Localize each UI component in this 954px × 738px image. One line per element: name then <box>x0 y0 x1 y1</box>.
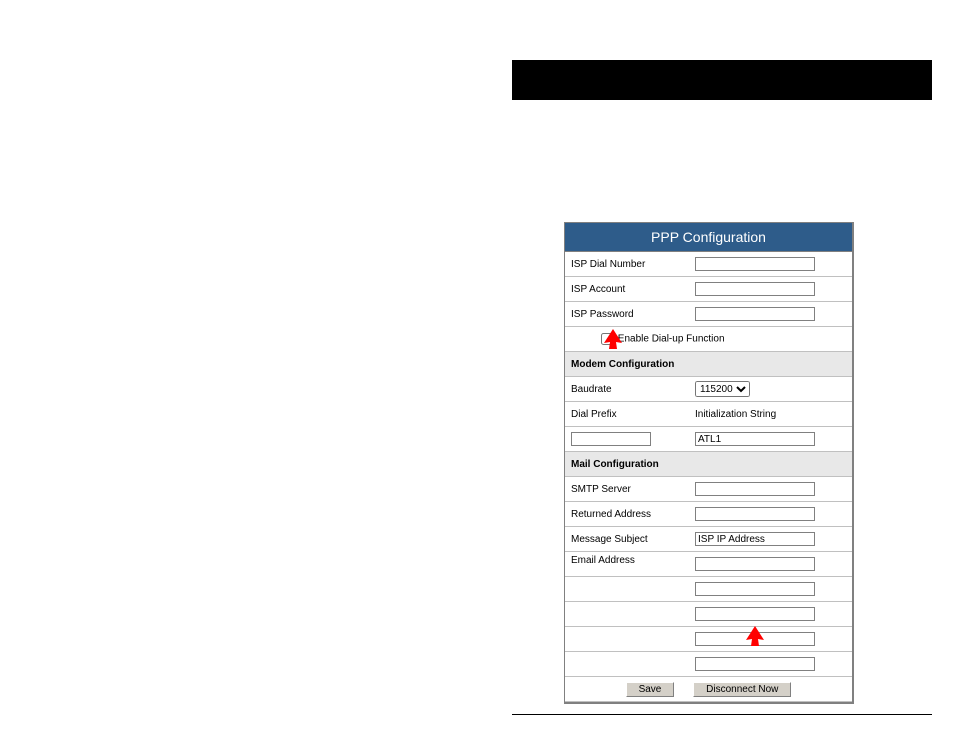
enable-dialup-label: Enable Dial-up Function <box>618 334 725 345</box>
baudrate-label: Baudrate <box>565 377 689 402</box>
isp-account-label: ISP Account <box>565 277 689 302</box>
isp-account-input[interactable] <box>695 282 815 296</box>
isp-password-label: ISP Password <box>565 302 689 327</box>
isp-dial-number-input[interactable] <box>695 257 815 271</box>
isp-dial-number-label: ISP Dial Number <box>565 252 689 277</box>
smtp-input[interactable] <box>695 482 815 496</box>
chapter-title-bar <box>512 60 932 100</box>
enable-dialup-checkbox[interactable] <box>601 333 613 345</box>
message-subject-label: Message Subject <box>565 527 689 552</box>
email-input-1[interactable] <box>695 557 815 571</box>
email-label: Email Address <box>565 552 689 577</box>
baudrate-select[interactable]: 115200 <box>695 381 750 397</box>
returned-address-label: Returned Address <box>565 502 689 527</box>
isp-password-input[interactable] <box>695 307 815 321</box>
email-input-3[interactable] <box>695 607 815 621</box>
disconnect-button[interactable]: Disconnect Now <box>693 682 791 697</box>
message-subject-input[interactable] <box>695 532 815 546</box>
footer-rule <box>512 714 932 715</box>
save-button[interactable]: Save <box>626 682 675 697</box>
init-string-label: Initialization String <box>689 402 852 427</box>
email-input-5[interactable] <box>695 657 815 671</box>
modem-config-header: Modem Configuration <box>565 352 852 377</box>
panel-title: PPP Configuration <box>565 223 852 252</box>
email-input-4[interactable] <box>695 632 815 646</box>
init-string-input[interactable] <box>695 432 815 446</box>
dial-prefix-input[interactable] <box>571 432 651 446</box>
dial-prefix-label: Dial Prefix <box>565 402 689 427</box>
mail-config-header: Mail Configuration <box>565 452 852 477</box>
email-input-2[interactable] <box>695 582 815 596</box>
smtp-label: SMTP Server <box>565 477 689 502</box>
ppp-config-table: ISP Dial Number ISP Account ISP Password… <box>565 252 852 702</box>
returned-address-input[interactable] <box>695 507 815 521</box>
ppp-config-panel: PPP Configuration ISP Dial Number ISP Ac… <box>564 222 854 704</box>
